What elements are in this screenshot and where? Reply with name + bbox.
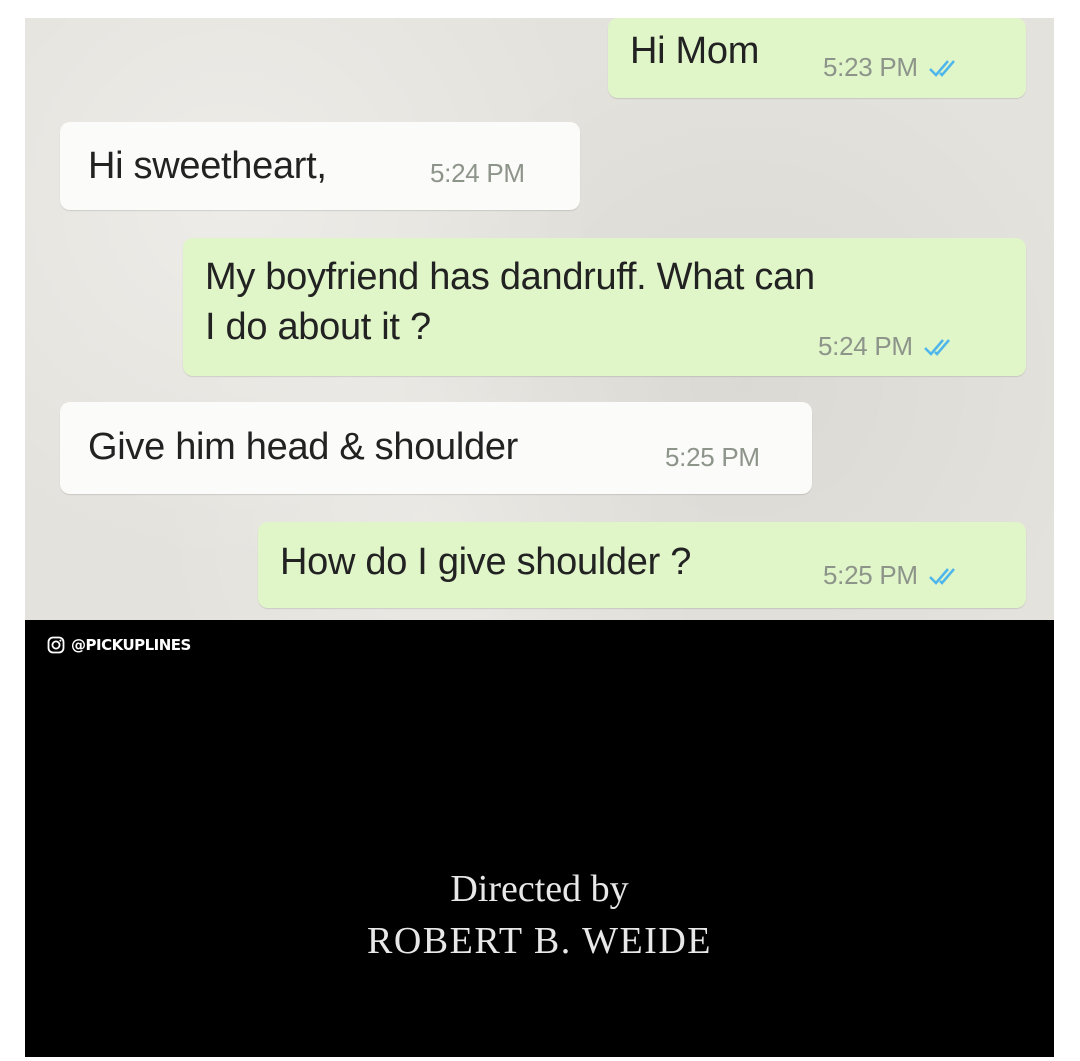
message-text-line-2: I do about it ? [205, 306, 431, 348]
message-time: 5:25 PM [665, 442, 760, 472]
message-time: 5:24 PM [430, 158, 525, 188]
watermark: @PICKUPLINES [47, 636, 191, 654]
outgoing-message[interactable]: Hi Mom 5:23 PM [608, 18, 1026, 98]
message-meta: 5:25 PM [823, 560, 966, 591]
message-text-line-1: My boyfriend has dandruff. What can [205, 256, 815, 298]
meme-frame: Hi Mom 5:23 PM Hi sweetheart, 5:24 PM My… [25, 18, 1054, 1057]
message-meta: 5:24 PM [430, 158, 525, 189]
outgoing-message[interactable]: How do I give shoulder ? 5:25 PM [258, 522, 1026, 608]
credit-label: Directed by [450, 868, 629, 910]
incoming-message[interactable]: Give him head & shoulder 5:25 PM [60, 402, 812, 494]
credit-name: ROBERT B. WEIDE [367, 920, 712, 962]
message-time: 5:23 PM [823, 52, 918, 82]
message-text: Hi sweetheart, [88, 145, 327, 187]
incoming-message[interactable]: Hi sweetheart, 5:24 PM [60, 122, 580, 210]
chat-screenshot: Hi Mom 5:23 PM Hi sweetheart, 5:24 PM My… [25, 18, 1054, 620]
message-meta: 5:25 PM [665, 442, 760, 473]
message-text: Give him head & shoulder [88, 426, 519, 468]
message-meta: 5:23 PM [823, 52, 966, 83]
instagram-icon [47, 636, 65, 654]
director-credit: Directed by ROBERT B. WEIDE [25, 863, 1054, 967]
message-meta: 5:24 PM [818, 331, 961, 362]
outgoing-message[interactable]: My boyfriend has dandruff. What can I do… [183, 238, 1026, 376]
double-check-icon [923, 338, 950, 356]
message-text: Hi Mom [630, 30, 760, 72]
credits-panel: @PICKUPLINES Directed by ROBERT B. WEIDE [25, 620, 1054, 1057]
double-check-icon [928, 567, 955, 585]
double-check-icon [928, 59, 955, 77]
watermark-handle: @PICKUPLINES [71, 636, 191, 654]
message-time: 5:25 PM [823, 560, 918, 590]
message-time: 5:24 PM [818, 331, 913, 361]
message-text: How do I give shoulder ? [280, 541, 692, 583]
